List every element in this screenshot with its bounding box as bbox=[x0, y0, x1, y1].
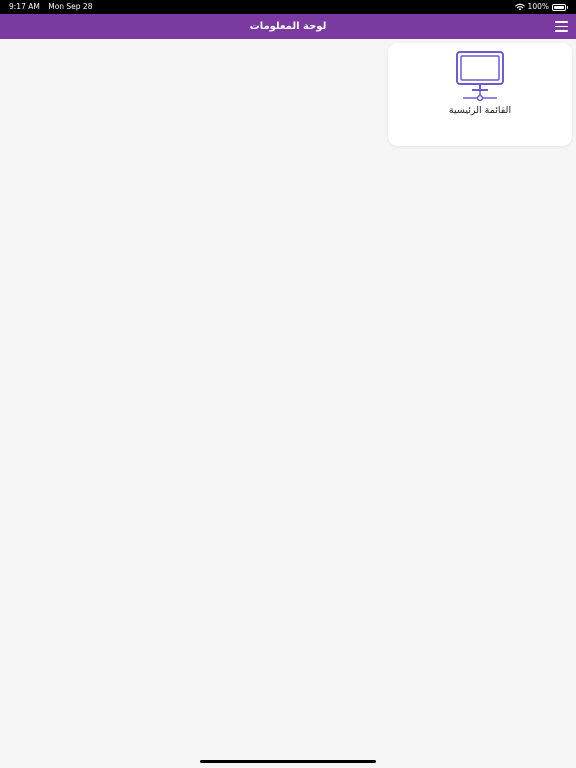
app-header: لوحة المعلومات bbox=[0, 14, 576, 39]
battery-level bbox=[554, 5, 564, 9]
status-time: 9:17 AM bbox=[9, 2, 40, 11]
menu-bar-bottom bbox=[555, 30, 568, 32]
battery-percent: 100% bbox=[527, 2, 549, 11]
menu-bar-middle bbox=[555, 25, 568, 28]
home-indicator[interactable] bbox=[200, 760, 376, 763]
monitor-network-icon bbox=[456, 51, 504, 102]
status-left: 9:17 AM Mon Sep 28 bbox=[9, 0, 98, 14]
main-menu-card[interactable]: القائمة الرئيسية bbox=[388, 43, 572, 146]
page-title: لوحة المعلومات bbox=[249, 21, 327, 32]
app-screen: 9:17 AM Mon Sep 28 100% لوحة المعلومات ا… bbox=[0, 0, 576, 768]
status-bar: 9:17 AM Mon Sep 28 100% bbox=[0, 0, 576, 14]
hamburger-menu-icon[interactable] bbox=[555, 21, 568, 32]
status-right: 100% bbox=[514, 0, 568, 14]
menu-bar-top bbox=[555, 21, 568, 23]
main-menu-label: القائمة الرئيسية bbox=[448, 105, 512, 116]
wifi-icon bbox=[514, 3, 525, 11]
status-date: Mon Sep 28 bbox=[48, 2, 93, 11]
battery-full-icon bbox=[552, 3, 568, 11]
